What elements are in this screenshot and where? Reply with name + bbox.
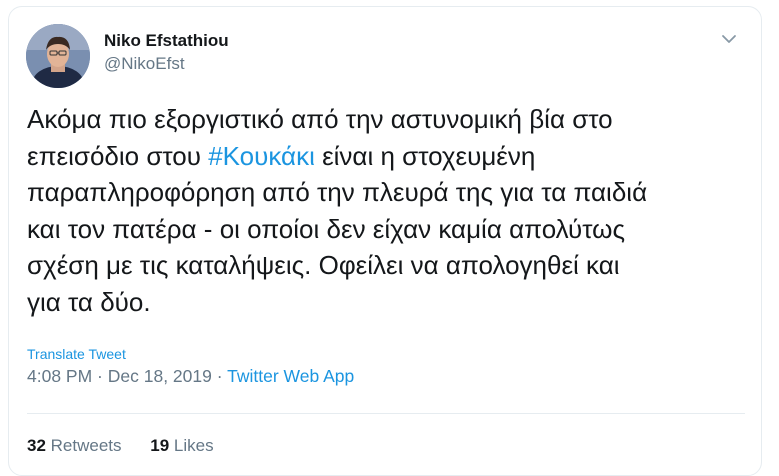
tweet-text-segment: για τα δύο. — [27, 286, 151, 317]
tweet-card: Niko Efstathiou @NikoEfst Ακόμα πιο εξορ… — [8, 6, 762, 476]
meta-separator: · — [92, 366, 108, 386]
tweet-line: Ακόμα πιο εξοργιστικό από την αστυνομική… — [27, 101, 747, 138]
likes-label: Likes — [173, 436, 214, 455]
tweet-date[interactable]: Dec 18, 2019 — [108, 366, 212, 386]
likes-count: 19 — [150, 436, 170, 455]
tweet-text-segment: επεισόδιο στου — [27, 140, 209, 171]
likes-stat[interactable]: 19 Likes — [150, 436, 213, 456]
tweet-text-segment: και τον πατέρα - οι οποίοι δεν είχαν καμ… — [27, 213, 625, 244]
tweet-text: Ακόμα πιο εξοργιστικό από την αστυνομική… — [27, 101, 747, 320]
translate-tweet-link[interactable]: Translate Tweet — [27, 346, 126, 362]
tweet-text-segment: είναι η στοχευμένη — [314, 140, 536, 171]
tweet-text-segment: παραπληροφόρηση από την πλευρά της για τ… — [27, 177, 648, 207]
tweet-time[interactable]: 4:08 PM — [27, 366, 92, 386]
retweets-stat[interactable]: 32 Retweets — [27, 436, 122, 456]
tweet-source-link[interactable]: Twitter Web App — [227, 366, 354, 386]
chevron-down-icon[interactable] — [717, 29, 741, 49]
tweet-line: παραπληροφόρηση από την πλευρά της για τ… — [27, 174, 747, 211]
tweet-line: επεισόδιο στου #Κουκάκι είναι η στοχευμέ… — [27, 138, 747, 175]
avatar[interactable] — [26, 24, 90, 88]
tweet-text-segment: Ακόμα πιο εξοργιστικό από την αστυνομική… — [27, 104, 613, 134]
hashtag-link[interactable]: #Κουκάκι — [208, 141, 315, 171]
author-name[interactable]: Niko Efstathiou — [104, 31, 229, 51]
tweet-line: σχέση με τις καταλήψεις. Οφείλει να απολ… — [27, 247, 747, 284]
meta-separator: · — [211, 366, 228, 386]
tweet-line: και τον πατέρα - οι οποίοι δεν είχαν καμ… — [27, 211, 747, 248]
author-handle[interactable]: @NikoEfst — [104, 54, 185, 74]
tweet-stats: 32 Retweets 19 Likes — [27, 436, 214, 456]
avatar-image — [26, 24, 90, 88]
tweet-text-segment: σχέση με τις καταλήψεις. Οφείλει να απολ… — [27, 250, 620, 280]
divider — [27, 413, 745, 414]
retweets-label: Retweets — [50, 436, 122, 455]
retweets-count: 32 — [27, 436, 46, 455]
tweet-meta: 4:08 PM · Dec 18, 2019 · Twitter Web App — [27, 366, 354, 387]
tweet-line: για τα δύο. — [27, 284, 747, 321]
